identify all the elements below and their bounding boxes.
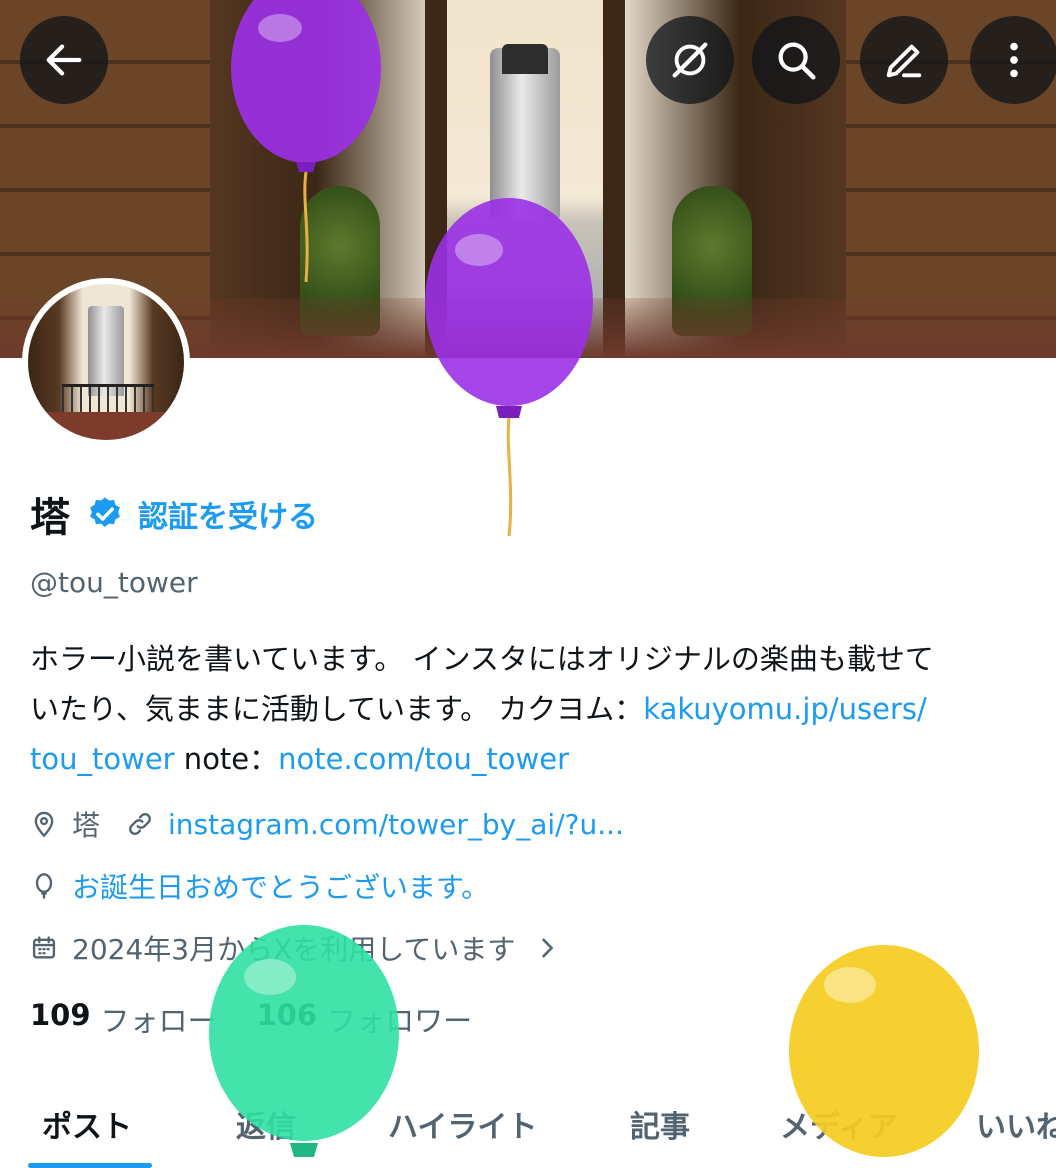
avatar[interactable]	[22, 278, 190, 446]
search-button[interactable]	[752, 16, 840, 104]
grok-icon	[672, 42, 708, 78]
bio: ホラー小説を書いています。 インスタにはオリジナルの楽曲も載せて いたり、気まま…	[30, 634, 1030, 784]
link-icon	[129, 813, 151, 835]
following-label: フォロー	[100, 1004, 217, 1038]
following-link[interactable]: 109 フォロー	[30, 998, 217, 1040]
tab-highlights[interactable]: ハイライト	[388, 1102, 537, 1146]
name-row: 塔 認証を受ける	[30, 486, 318, 542]
handle: @tou_tower	[30, 566, 198, 599]
edit-button[interactable]	[860, 16, 948, 104]
birthday-row: お誕生日おめでとうございます。	[30, 866, 489, 906]
avatar-floor	[28, 412, 184, 440]
yellow-balloon	[788, 945, 980, 1168]
note-link[interactable]: note.com/tou_tower	[278, 742, 569, 776]
tab-articles[interactable]: 記事	[630, 1102, 690, 1146]
website-link[interactable]: instagram.com/tower_by_ai/?u...	[168, 808, 624, 841]
tab-posts[interactable]: ポスト	[42, 1102, 132, 1146]
search-icon	[778, 42, 816, 80]
more-button[interactable]	[970, 16, 1056, 104]
arrow-left-icon	[46, 44, 82, 76]
birthday-message[interactable]: お誕生日おめでとうございます。	[72, 866, 489, 906]
bio-text: note：	[174, 742, 279, 776]
more-vertical-icon	[1010, 42, 1018, 78]
purple-balloon-top	[230, 0, 382, 290]
bio-line: いたり、気ままに活動しています。 カクヨム：kakuyomu.jp/users/	[30, 684, 1030, 734]
verified-badge-icon[interactable]	[86, 495, 124, 533]
tab-likes[interactable]: いいね	[976, 1102, 1056, 1146]
active-tab-indicator	[28, 1163, 152, 1168]
pencil-icon	[886, 44, 922, 78]
back-button[interactable]	[20, 16, 108, 104]
green-balloon	[208, 925, 400, 1168]
bio-text: いたり、気ままに活動しています。 カクヨム：	[30, 692, 644, 726]
location-text: 塔	[72, 809, 101, 842]
location-website-row: 塔 instagram.com/tower_by_ai/?u...	[30, 804, 624, 844]
kakuyomu-link-cont[interactable]: tou_tower	[30, 742, 175, 776]
display-name: 塔	[30, 495, 70, 541]
grok-button[interactable]	[646, 16, 734, 104]
get-verified-link[interactable]: 認証を受ける	[138, 492, 318, 536]
bio-line: tou_tower note：note.com/tou_tower	[30, 734, 1030, 784]
location-pin-icon	[34, 811, 54, 838]
calendar-icon	[32, 936, 56, 959]
avatar-railing	[62, 384, 154, 414]
banner-lighthouse-lantern	[502, 44, 548, 74]
purple-balloon-middle	[424, 198, 594, 540]
avatar-lighthouse	[88, 306, 124, 396]
kakuyomu-link[interactable]: kakuyomu.jp/users/	[643, 692, 926, 726]
bio-line: ホラー小説を書いています。 インスタにはオリジナルの楽曲も載せて	[30, 642, 934, 676]
balloon-icon	[35, 873, 53, 899]
following-count: 109	[30, 998, 91, 1032]
chevron-right-icon	[542, 938, 554, 958]
